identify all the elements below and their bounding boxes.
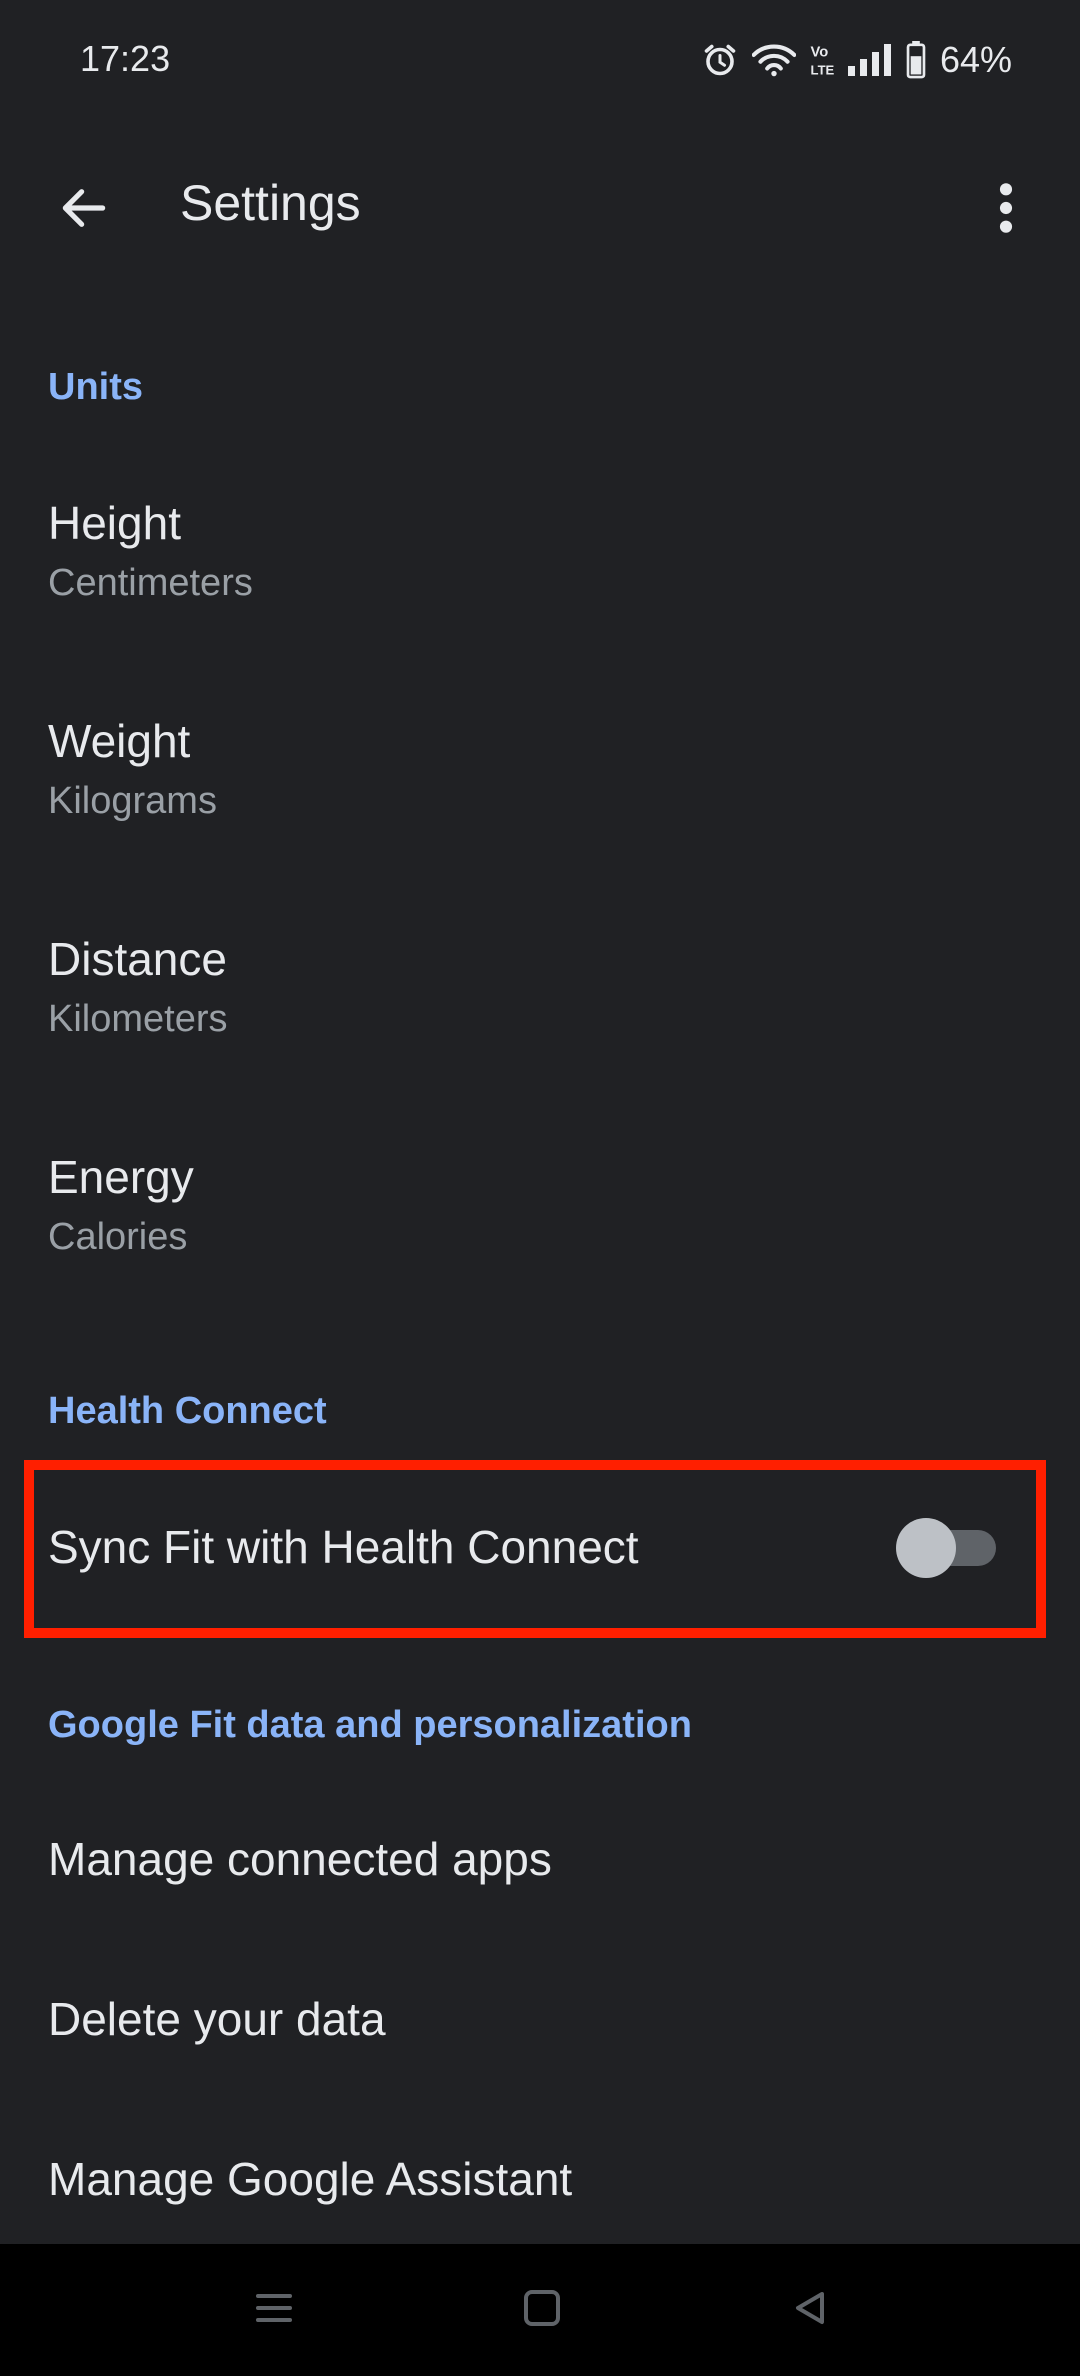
setting-weight[interactable]: Weight Kilograms [0, 688, 1080, 888]
more-options-button[interactable] [962, 166, 1050, 254]
setting-value: Calories [48, 1216, 188, 1258]
home-button[interactable] [502, 2270, 582, 2350]
setting-title: Height [48, 497, 181, 549]
back-nav-button[interactable] [770, 2270, 850, 2350]
section-header-units: Units [48, 366, 143, 408]
arrow-back-icon [56, 180, 112, 241]
manage-connected-apps[interactable]: Manage connected apps [0, 1786, 1080, 1936]
setting-value: Kilograms [48, 780, 217, 822]
setting-energy[interactable]: Energy Calories [0, 1124, 1080, 1324]
wifi-icon [751, 42, 796, 78]
battery-icon [906, 41, 926, 79]
setting-distance[interactable]: Distance Kilometers [0, 906, 1080, 1106]
back-button[interactable] [40, 166, 128, 254]
recents-button[interactable] [234, 2270, 314, 2350]
toggle-thumb [896, 1518, 956, 1578]
recents-icon [254, 2288, 294, 2333]
setting-title: Manage Google Assistant [48, 2153, 573, 2205]
svg-text:Vo: Vo [810, 45, 828, 61]
home-icon [522, 2288, 562, 2333]
back-triangle-icon [790, 2288, 830, 2333]
status-bar: 17:23 Vo LTE 64% [0, 0, 1080, 120]
status-time: 17:23 [80, 38, 171, 79]
navigation-bar [0, 2244, 1080, 2376]
setting-value: Kilometers [48, 998, 228, 1040]
setting-title: Distance [48, 933, 227, 985]
setting-title: Weight [48, 715, 191, 767]
page-title: Settings [180, 175, 361, 231]
alarm-icon [702, 42, 738, 78]
sync-health-connect-toggle[interactable] [896, 1518, 1000, 1578]
svg-text:LTE: LTE [810, 63, 833, 78]
section-header-fit-data: Google Fit data and personalization [48, 1704, 692, 1746]
setting-title: Delete your data [48, 1993, 386, 2045]
volte-icon: Vo LTE [810, 42, 833, 78]
battery-percent: 64% [939, 39, 1012, 80]
app-bar: Settings [0, 140, 1080, 270]
section-header-health-connect: Health Connect [48, 1390, 327, 1432]
signal-icon [847, 44, 892, 76]
more-vert-icon [996, 180, 1016, 241]
status-icons: Vo LTE 64% [702, 36, 1012, 84]
setting-height[interactable]: Height Centimeters [0, 470, 1080, 670]
sync-health-connect-label: Sync Fit with Health Connect [48, 1521, 639, 1573]
setting-title: Energy [48, 1151, 194, 1203]
setting-value: Centimeters [48, 562, 253, 604]
manage-google-assistant[interactable]: Manage Google Assistant [0, 2108, 1080, 2244]
setting-title: Manage connected apps [48, 1833, 552, 1885]
delete-your-data[interactable]: Delete your data [0, 1948, 1080, 2098]
